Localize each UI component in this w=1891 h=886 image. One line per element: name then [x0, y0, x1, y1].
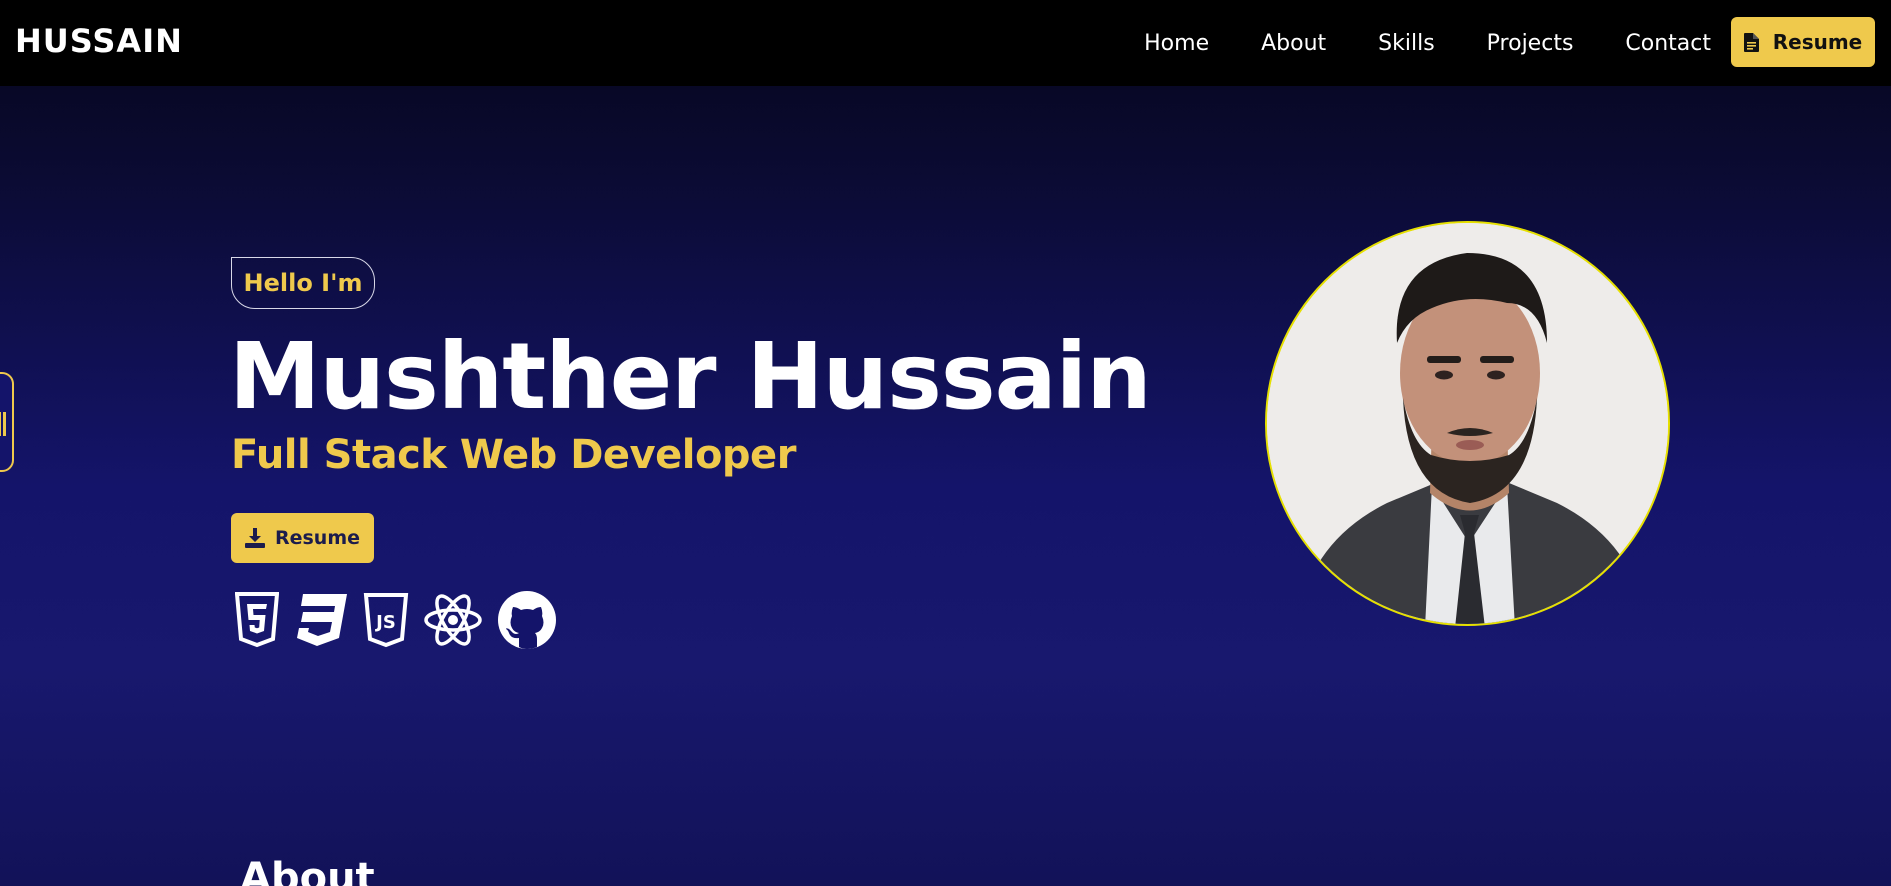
nav-link-skills[interactable]: Skills: [1378, 31, 1435, 56]
svg-text:JS: JS: [374, 612, 396, 633]
download-icon: [244, 528, 265, 548]
react-icon: [424, 594, 482, 646]
hero-name: Mushther Hussain: [229, 323, 1152, 430]
nav-links: Home About Skills Projects Contact: [1144, 0, 1711, 86]
navbar: HUSSAIN Home About Skills Projects Conta…: [0, 0, 1891, 86]
tech-icons: JS: [235, 590, 571, 650]
hero-resume-button[interactable]: Resume: [231, 513, 374, 563]
nav-link-about[interactable]: About: [1261, 31, 1326, 56]
profile-portrait-illustration: [1267, 223, 1668, 624]
nav-resume-button[interactable]: Resume: [1731, 17, 1875, 67]
side-drawer-toggle[interactable]: [0, 372, 14, 472]
javascript-icon: JS: [363, 593, 409, 648]
nav-resume-label: Resume: [1772, 30, 1863, 54]
hero-role: Full Stack Web Developer: [231, 432, 796, 478]
menu-bars-icon: [0, 412, 6, 436]
profile-photo: [1265, 221, 1670, 626]
nav-link-contact[interactable]: Contact: [1625, 31, 1711, 56]
hero-resume-label: Resume: [274, 527, 361, 549]
nav-link-projects[interactable]: Projects: [1487, 31, 1574, 56]
file-icon: [1743, 32, 1759, 52]
github-icon: [498, 591, 556, 649]
html5-icon: [235, 592, 279, 648]
brand-logo[interactable]: HUSSAIN: [15, 22, 183, 60]
css3-icon: [297, 594, 347, 646]
nav-link-home[interactable]: Home: [1144, 31, 1209, 56]
greeting-badge: Hello I'm: [231, 257, 375, 309]
about-heading: About: [240, 855, 375, 886]
